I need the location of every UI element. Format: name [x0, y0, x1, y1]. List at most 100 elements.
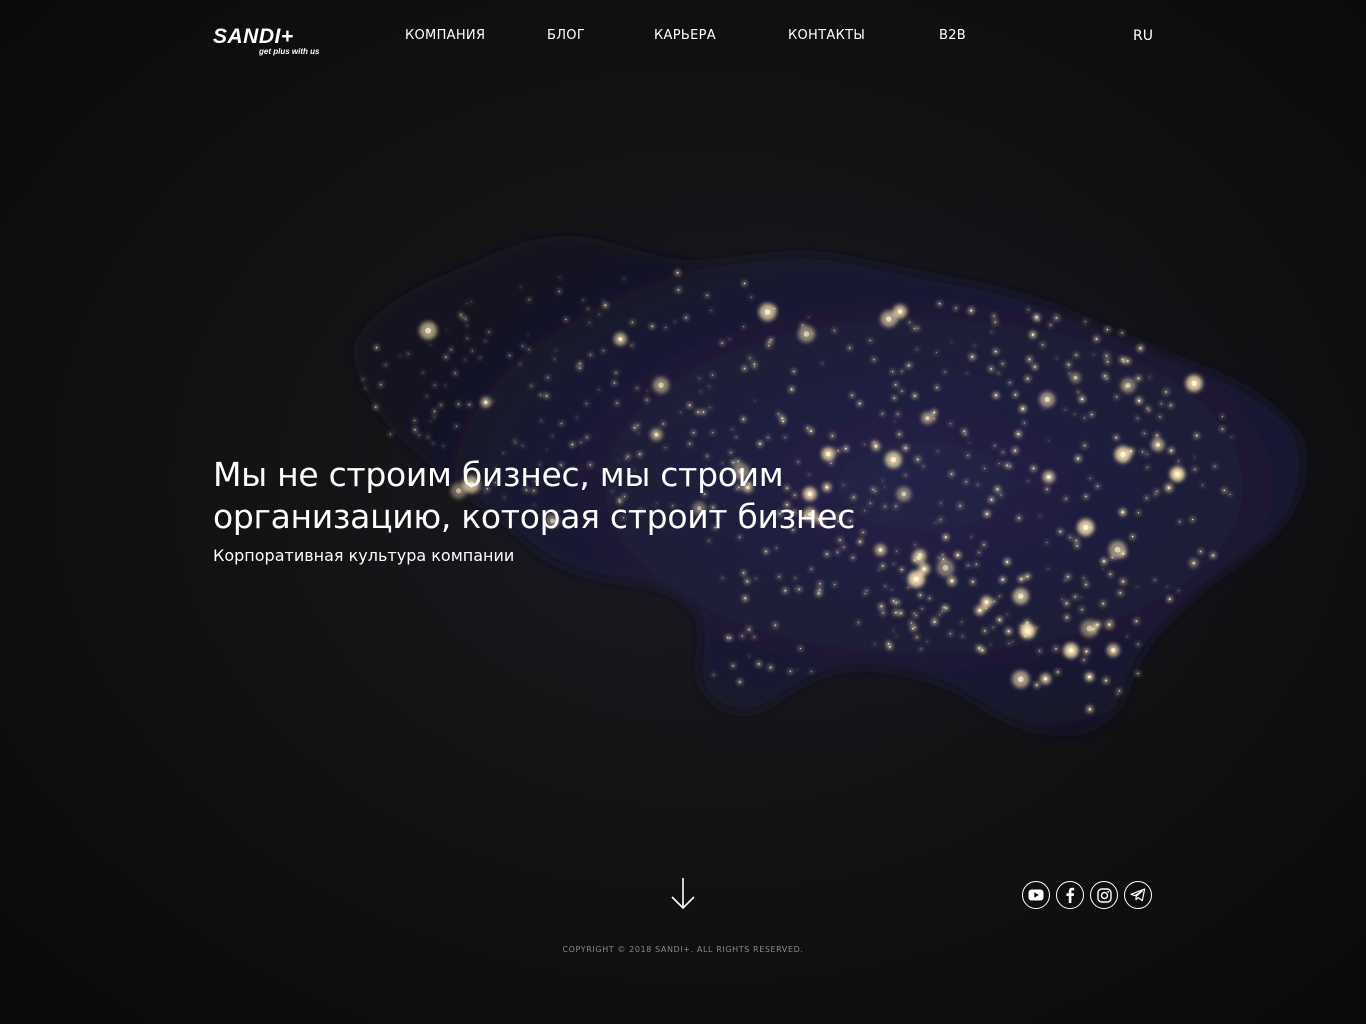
language-switcher[interactable]: RU: [1133, 28, 1153, 44]
city-light-core: [558, 290, 560, 293]
city-light-core: [1095, 338, 1098, 340]
city-light-core: [897, 413, 899, 415]
city-light-core: [399, 355, 401, 357]
city-light-core: [898, 433, 901, 436]
city-light-core: [793, 370, 795, 373]
nav-item-career[interactable]: КАРЬЕРА: [654, 28, 716, 43]
city-light-core: [547, 376, 549, 379]
city-light-core: [1026, 575, 1029, 578]
city-light-core: [754, 400, 756, 401]
city-light-core: [1174, 471, 1180, 477]
city-light-core: [975, 563, 978, 565]
city-light-core: [721, 342, 723, 344]
city-light-core: [887, 642, 890, 645]
city-light-core: [1102, 602, 1105, 605]
city-light-core: [1075, 354, 1077, 356]
city-light-core: [1149, 376, 1151, 378]
city-light-core: [637, 424, 639, 426]
city-light-core: [1122, 552, 1125, 555]
city-light-core: [1146, 453, 1148, 455]
city-light-core: [1017, 517, 1020, 520]
city-light-core: [466, 337, 468, 339]
city-light-core: [545, 395, 548, 397]
city-light-core: [1012, 641, 1013, 643]
city-light-core: [1037, 319, 1039, 321]
city-light-core: [1089, 477, 1091, 479]
city-light-core: [731, 429, 733, 430]
city-light-core: [1009, 382, 1011, 384]
city-light-core: [933, 412, 935, 414]
city-light-core: [431, 324, 433, 325]
city-light-core: [1191, 380, 1197, 387]
city-light-core: [949, 633, 952, 635]
city-light-core: [817, 592, 820, 595]
city-light-core: [1025, 628, 1031, 634]
city-light-core: [440, 404, 442, 406]
city-light-core: [1046, 542, 1048, 544]
city-light-core: [685, 316, 687, 319]
city-light-core: [971, 355, 974, 358]
city-light-core: [604, 304, 607, 306]
city-light-core: [434, 384, 436, 386]
city-light-core: [1137, 672, 1139, 675]
city-light-core: [790, 388, 793, 391]
city-light-core: [1229, 493, 1231, 495]
city-light-core: [426, 395, 428, 397]
city-light-core: [784, 436, 786, 438]
nav-item-b2b[interactable]: B2B: [939, 28, 966, 43]
telegram-icon[interactable]: [1124, 881, 1152, 909]
city-light-core: [492, 401, 494, 402]
city-light-core: [1135, 620, 1138, 623]
city-light-core: [445, 356, 447, 358]
city-light-core: [465, 318, 467, 320]
instagram-icon[interactable]: [1090, 881, 1118, 909]
city-light-core: [1065, 602, 1068, 605]
city-light-core: [662, 423, 664, 425]
city-light-core: [1008, 642, 1010, 644]
facebook-icon[interactable]: [1056, 881, 1084, 909]
city-light-core: [515, 442, 517, 444]
city-light-core: [744, 597, 747, 600]
city-light-core: [971, 580, 974, 583]
city-light-core: [1194, 468, 1196, 471]
city-light-core: [926, 641, 928, 642]
city-light-core: [882, 612, 884, 614]
youtube-icon[interactable]: [1022, 881, 1050, 909]
city-light-core: [990, 368, 993, 370]
sandi-logo[interactable]: SANDI+ get plus with us: [213, 26, 328, 58]
city-light-core: [1103, 560, 1105, 563]
city-light-core: [969, 441, 970, 443]
city-light-core: [943, 606, 945, 609]
city-light-core: [1170, 404, 1172, 407]
city-light-core: [754, 366, 755, 368]
city-light-core: [571, 443, 574, 446]
city-light-core: [1192, 561, 1196, 565]
city-light-core: [1017, 676, 1024, 683]
city-light-core: [738, 681, 741, 683]
nav-item-company[interactable]: КОМПАНИЯ: [405, 28, 485, 43]
city-light-core: [782, 420, 784, 423]
city-light-core: [938, 303, 941, 305]
city-light-core: [920, 648, 922, 650]
city-light-core: [726, 637, 729, 639]
hero-title: Мы не строим бизнес, мы строим организац…: [213, 454, 893, 538]
city-light-core: [680, 411, 682, 413]
nav-item-blog[interactable]: БЛОГ: [547, 28, 585, 43]
city-light-core: [984, 600, 989, 604]
city-light-core: [950, 473, 953, 475]
city-light-core: [1106, 328, 1109, 331]
city-light-core: [907, 364, 910, 367]
scroll-down-arrow-icon[interactable]: [668, 876, 698, 912]
city-light-core: [443, 445, 444, 447]
city-light-core: [450, 349, 452, 351]
city-light-core: [839, 539, 841, 541]
nav-item-contacts[interactable]: КОНТАКТЫ: [788, 28, 865, 43]
city-light-core: [998, 463, 1000, 465]
city-light-core: [904, 474, 906, 476]
city-light-core: [615, 372, 617, 374]
city-light-core: [1090, 527, 1093, 529]
city-light-core: [1064, 579, 1066, 581]
city-light-core: [1042, 409, 1044, 411]
city-light-core: [579, 362, 581, 365]
city-light-core: [951, 341, 952, 343]
